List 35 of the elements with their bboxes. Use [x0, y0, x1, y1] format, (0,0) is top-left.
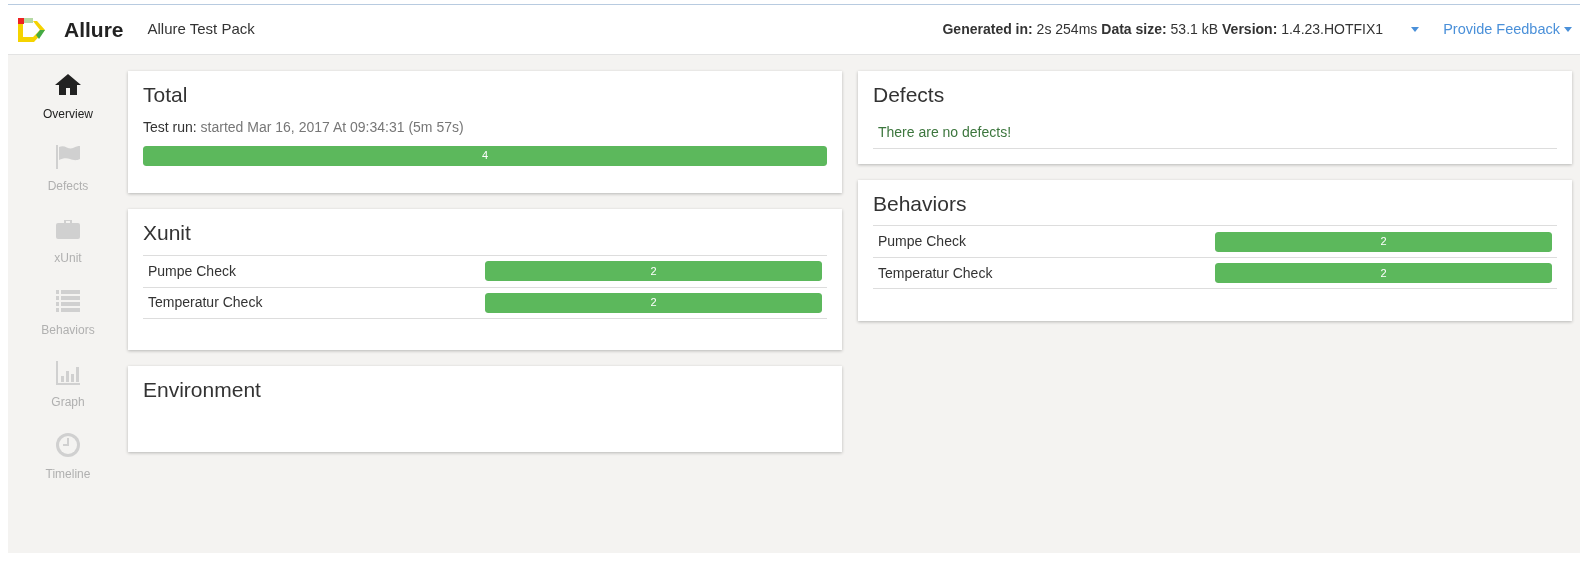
progress-bar: 2 [1215, 263, 1552, 283]
sidebar-item[interactable]: Overview [43, 71, 93, 143]
feedback-link[interactable]: Provide Feedback [1443, 18, 1572, 41]
progress-bar: 2 [1215, 231, 1552, 252]
bar-chart-icon [54, 359, 82, 387]
caret-icon[interactable] [1411, 27, 1420, 32]
widget-title: Xunit [143, 220, 192, 246]
widget-title: Defects [873, 82, 946, 108]
flag-icon [54, 143, 82, 171]
report-info: Version: 1.4.23.HOTFIX1 [1222, 20, 1384, 39]
widget-title: Behaviors [873, 190, 968, 217]
test-suite-name: Temperatur Check [148, 293, 264, 312]
sidebar-item[interactable]: xUnit [54, 215, 82, 287]
progress-bar: 2 [485, 292, 822, 313]
widget-title: Environment [143, 377, 262, 403]
progress-bar: 4 [143, 145, 827, 166]
test-suite-name: Temperatur Check [878, 263, 994, 283]
list-icon [54, 287, 82, 315]
sidebar-item[interactable]: Behaviors [41, 287, 95, 359]
progress-bar: 2 [485, 261, 822, 281]
report-title: Allure Test Pack [147, 19, 255, 40]
caret-icon [1564, 27, 1572, 32]
test-suite-name: Pumpe Check [878, 232, 967, 251]
sidebar-item[interactable]: Graph [51, 359, 85, 431]
sidebar-item[interactable]: Defects [47, 143, 89, 215]
brand-name: Allure [64, 16, 124, 43]
report-info: Generated in: 2s 254ms [942, 20, 1098, 39]
logo-icon [16, 15, 48, 44]
widget-title: Total [143, 82, 189, 108]
report-info: Data size: 53.1 kB [1101, 20, 1219, 39]
test-run-info: Test run: started Mar 16, 2017 At 09:34:31 (5m 57s) [143, 117, 465, 137]
defects-message: There are no defects! [873, 116, 1557, 149]
clock-icon [54, 431, 82, 459]
test-suite-name: Pumpe Check [148, 261, 237, 281]
sidebar-item[interactable]: Timeline [45, 431, 91, 503]
